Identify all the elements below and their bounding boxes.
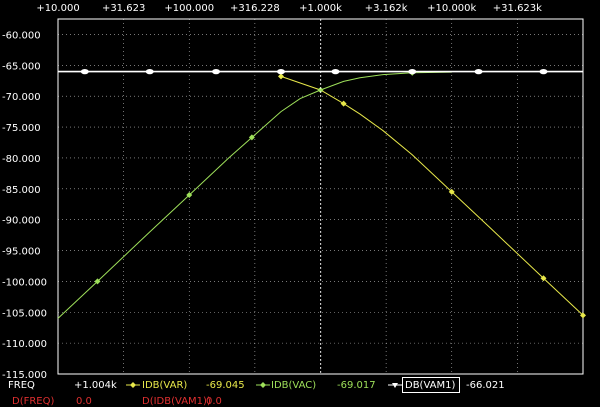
freq-label: FREQ: [8, 380, 35, 391]
y-tick-label: -110.000: [2, 339, 47, 350]
y-tick-label: -85.000: [2, 185, 41, 196]
y-axis-ticks: -60.000 -65.000 -70.000 -75.000 -80.000 -85.0…: [2, 30, 47, 381]
freq-value: +1.004k: [74, 380, 117, 391]
y-tick-label: -105.000: [2, 308, 47, 319]
x-tick-label: +3.162k: [365, 3, 408, 14]
trace-idb-var: [280, 75, 584, 316]
delta-freq-label: D(FREQ): [12, 396, 55, 407]
marker-idb-var: [340, 100, 347, 107]
x-tick-label: +10.000: [36, 3, 79, 14]
x-tick-label: +1.000k: [299, 3, 342, 14]
vam1-legend-icon: [388, 383, 402, 388]
marker-db-vam1: [80, 69, 89, 75]
x-tick-label: +100.000: [164, 3, 214, 14]
y-tick-label: -90.000: [2, 216, 41, 227]
x-tick-label: +10.000k: [427, 3, 476, 14]
y-tick-label: -75.000: [2, 123, 41, 134]
vac-cursor-value: -69.017: [337, 380, 376, 391]
plot-area[interactable]: +10.000 +31.623 +100.000 +316.228 +1.000k +3.…: [0, 0, 600, 403]
x-tick-label: +316.228: [230, 3, 280, 14]
y-tick-label: -65.000: [2, 61, 41, 72]
var-legend-label[interactable]: IDB(VAR): [142, 380, 187, 391]
marker-db-vam1: [331, 69, 340, 75]
marker-db-vam1: [212, 69, 221, 75]
delta-vam1-value: 0.0: [206, 396, 222, 407]
marker-db-vam1: [145, 69, 154, 75]
y-tick-label: -60.000: [2, 30, 41, 41]
marker-db-vam1: [408, 69, 417, 75]
marker-db-vam1: [539, 69, 548, 75]
x-axis-ticks: +10.000 +31.623 +100.000 +316.228 +1.000k +3.…: [36, 3, 542, 14]
vac-legend-icon: [256, 382, 270, 388]
vam1-cursor-value: -66.021: [466, 380, 505, 391]
var-legend-icon: [126, 382, 140, 388]
traces: [57, 69, 586, 319]
y-tick-label: -70.000: [2, 92, 41, 103]
delta-vam1-label: D(IDB(VAM1)): [142, 396, 211, 407]
y-tick-label: -95.000: [2, 247, 41, 258]
x-tick-label: +31.623k: [493, 3, 542, 14]
marker-db-vam1: [474, 69, 483, 75]
vam1-legend-label[interactable]: DB(VAM1): [405, 380, 455, 391]
marker-idb-var: [277, 73, 284, 80]
x-tick-label: +31.623: [102, 3, 145, 14]
vac-legend-label[interactable]: IDB(VAC): [271, 380, 316, 391]
y-tick-label: -100.000: [2, 277, 47, 288]
delta-freq-value: 0.0: [76, 396, 92, 407]
y-tick-label: -80.000: [2, 154, 41, 165]
marker-db-vam1: [276, 69, 285, 75]
var-cursor-value: -69.045: [206, 380, 245, 391]
